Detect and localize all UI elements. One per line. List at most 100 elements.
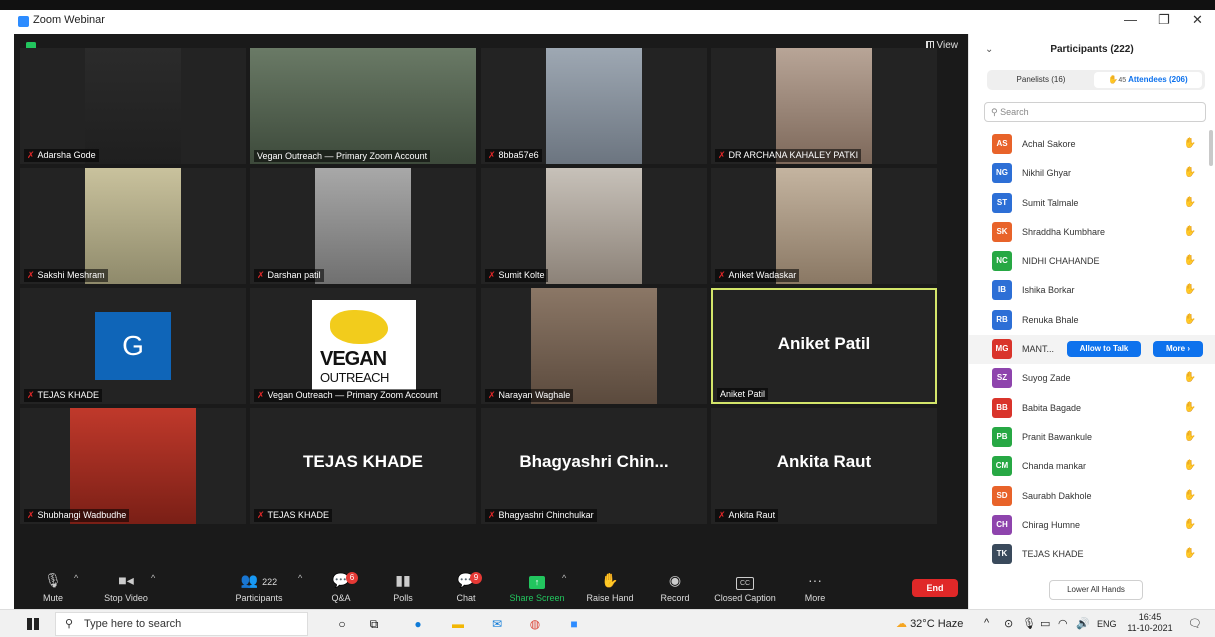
minimize-button[interactable]: —: [1124, 12, 1137, 27]
video-tile[interactable]: Vegan Outreach — Primary Zoom Account: [250, 48, 476, 164]
video-tile[interactable]: TEJAS KHADE ✗ TEJAS KHADE: [250, 408, 476, 524]
mail-icon[interactable]: ✉: [489, 616, 505, 632]
share-screen-button[interactable]: ↑ Share Screen: [506, 572, 568, 603]
network-icon[interactable]: ⊙: [1004, 617, 1013, 630]
participants-count: 222: [262, 577, 278, 587]
video-tile[interactable]: ✗ Sakshi Meshram: [20, 168, 246, 284]
tab-attendees[interactable]: ✋45 Attendees (206): [1094, 72, 1202, 88]
video-tile[interactable]: ✗ 8bba57e6: [481, 48, 707, 164]
task-view-icon[interactable]: ⧉: [366, 616, 382, 632]
attendee-row[interactable]: SK Shraddha Kumbhare ✋: [969, 218, 1215, 247]
video-tile[interactable]: VEGAN OUTREACH ✗ Vegan Outreach — Primary Z…: [250, 288, 476, 404]
raise-hand-button[interactable]: ✋ Raise Hand: [584, 572, 636, 603]
participants-options-chevron-icon[interactable]: ^: [298, 573, 302, 583]
polls-button[interactable]: ▮▮ Polls: [390, 572, 416, 603]
window-title: Zoom Webinar: [33, 14, 105, 26]
video-tile[interactable]: Aniket Patil Aniket Patil: [711, 288, 937, 404]
attendee-row[interactable]: CM Chanda mankar ✋: [969, 452, 1215, 481]
video-options-chevron-icon[interactable]: ^: [151, 573, 155, 583]
participant-search-input[interactable]: ⚲ Search: [984, 102, 1206, 122]
closed-caption-button[interactable]: CC Closed Caption: [710, 572, 780, 603]
vegan-outreach-logo: VEGAN OUTREACH: [312, 300, 416, 390]
participant-video: [250, 48, 476, 164]
microphone-tray-icon[interactable]: 🎙: [1022, 617, 1036, 630]
panel-scrollbar[interactable]: [1209, 130, 1213, 166]
muted-mic-icon: ✗: [257, 270, 265, 280]
mute-button[interactable]: 🎙 Mute: [38, 572, 68, 603]
video-tile[interactable]: G ✗ TEJAS KHADE: [20, 288, 246, 404]
attendee-more-button[interactable]: More ›: [1153, 341, 1203, 358]
lower-all-hands-button[interactable]: Lower All Hands: [1049, 580, 1143, 600]
cortana-icon[interactable]: ○: [334, 616, 350, 632]
video-tile[interactable]: ✗ Shubhangi Wadbudhe: [20, 408, 246, 524]
panel-title: Participants (222): [1050, 44, 1134, 55]
ellipsis-icon: ···: [808, 572, 822, 588]
qa-button[interactable]: 💬 6 Q&A: [328, 572, 358, 603]
video-tile[interactable]: ✗ Aniket Wadaskar: [711, 168, 937, 284]
end-button[interactable]: End: [912, 579, 958, 597]
attendee-row[interactable]: RB Renuka Bhale ✋: [969, 306, 1215, 335]
raised-hand-icon: ✋: [1183, 255, 1196, 267]
notifications-icon[interactable]: 🗨: [1188, 617, 1202, 630]
language-indicator[interactable]: ENG: [1097, 619, 1117, 629]
tab-panelists[interactable]: Panelists (16): [991, 73, 1091, 87]
taskbar-search-input[interactable]: ⚲ Type here to search: [55, 612, 308, 636]
attendee-row[interactable]: NC NIDHI CHAHANDE ✋: [969, 247, 1215, 276]
video-tile[interactable]: ✗ DR ARCHANA KAHALEY PATKI: [711, 48, 937, 164]
attendee-row[interactable]: SZ Suyog Zade ✋: [969, 364, 1215, 393]
attendee-avatar: SK: [992, 221, 1012, 242]
attendee-row[interactable]: SD Saurabh Dakhole ✋: [969, 482, 1215, 511]
muted-mic-icon: ✗: [257, 390, 265, 400]
edge-icon[interactable]: ●: [410, 616, 426, 632]
share-options-chevron-icon[interactable]: ^: [562, 573, 566, 583]
record-button[interactable]: ◉ Record: [658, 572, 692, 603]
participants-tabs: Panelists (16) ✋45 Attendees (206): [987, 70, 1205, 90]
participants-button[interactable]: 👥 222 Participants: [230, 572, 288, 603]
attendee-name: Ishika Borkar: [1022, 285, 1075, 296]
qa-badge: 6: [346, 572, 358, 584]
attendee-row[interactable]: ST Sumit Talmale ✋: [969, 189, 1215, 218]
stop-video-button[interactable]: ■◂ Stop Video: [100, 572, 152, 603]
attendee-name: MANT...: [1022, 344, 1055, 355]
participant-name-label: ✗ DR ARCHANA KAHALEY PATKI: [715, 149, 862, 162]
volume-icon[interactable]: 🔊: [1076, 617, 1090, 630]
attendee-avatar: ST: [992, 192, 1012, 213]
video-tile[interactable]: ✗ Sumit Kolte: [481, 168, 707, 284]
zoom-taskbar-icon[interactable]: ■: [566, 616, 582, 632]
attendee-row[interactable]: PB Pranit Bawankule ✋: [969, 423, 1215, 452]
restore-button[interactable]: ❐: [1158, 12, 1170, 28]
close-button[interactable]: ✕: [1192, 12, 1203, 28]
attendee-row[interactable]: BB Babita Bagade ✋: [969, 394, 1215, 423]
meeting-toolbar: 🎙 Mute ^ ■◂ Stop Video ^ 👥 222 Participa…: [14, 569, 968, 609]
video-tile[interactable]: Bhagyashri Chin... ✗ Bhagyashri Chinchulka…: [481, 408, 707, 524]
windows-start-icon[interactable]: [27, 618, 39, 630]
battery-icon[interactable]: ▭: [1040, 617, 1050, 630]
muted-mic-icon: ✗: [27, 510, 35, 520]
more-button[interactable]: ··· More: [800, 572, 830, 603]
audio-options-chevron-icon[interactable]: ^: [74, 573, 78, 583]
allow-to-talk-button[interactable]: Allow to Talk: [1067, 341, 1141, 358]
attendee-row[interactable]: AS Achal Sakore ✋: [969, 130, 1215, 159]
taskbar-clock[interactable]: 16:45 11-10-2021: [1122, 612, 1178, 634]
weather-widget[interactable]: ☁ 32°C Haze: [896, 617, 963, 630]
attendee-row[interactable]: CH Chirag Humne ✋: [969, 511, 1215, 540]
attendee-avatar: CH: [992, 514, 1012, 535]
file-explorer-icon[interactable]: ▬: [450, 616, 466, 632]
attendee-row[interactable]: MG MANT... Allow to Talk More ›: [969, 335, 1215, 365]
attendee-name: Chanda mankar: [1022, 461, 1087, 472]
tray-chevron-icon[interactable]: ^: [984, 617, 989, 629]
video-tile[interactable]: ✗ Narayan Waghale: [481, 288, 707, 404]
raised-hand-icon: ✋: [1183, 460, 1196, 472]
video-tile[interactable]: Ankita Raut ✗ Ankita Raut: [711, 408, 937, 524]
chick-icon: [330, 310, 388, 344]
video-tile[interactable]: ✗ Adarsha Gode: [20, 48, 246, 164]
attendee-row[interactable]: NG Nikhil Ghyar ✋: [969, 159, 1215, 188]
wifi-icon[interactable]: ◠: [1058, 617, 1068, 630]
video-tile[interactable]: ✗ Darshan patil: [250, 168, 476, 284]
chrome-icon[interactable]: ◍: [527, 616, 543, 632]
participant-name-label: ✗ Sumit Kolte: [485, 269, 548, 282]
attendee-row[interactable]: IB Ishika Borkar ✋: [969, 276, 1215, 305]
chat-button[interactable]: 💬 9 Chat: [452, 572, 482, 603]
microphone-icon: 🎙: [44, 572, 62, 588]
attendee-row[interactable]: TK TEJAS KHADE ✋: [969, 540, 1215, 569]
